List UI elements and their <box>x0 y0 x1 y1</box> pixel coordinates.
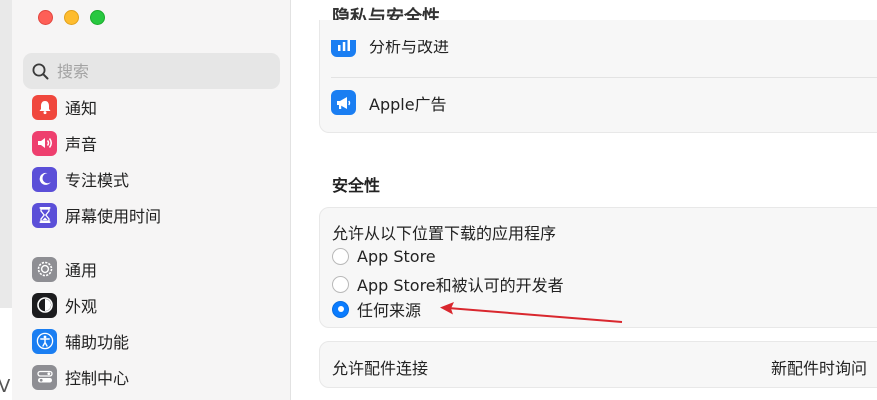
download-source-question: 允许从以下位置下载的应用程序 <box>332 224 557 243</box>
moon-icon <box>32 166 57 192</box>
speaker-icon <box>32 130 57 156</box>
sidebar-item-accessibility[interactable]: 辅助功能 <box>32 326 129 356</box>
minimize-window-button[interactable] <box>64 10 79 25</box>
control-center-icon <box>32 364 57 390</box>
radio-label: 任何来源 <box>357 301 422 320</box>
privacy-list-viewport: 分析与改进 Apple广告 <box>319 40 877 135</box>
list-item-apple-ads[interactable]: Apple广告 <box>331 90 447 115</box>
hourglass-icon <box>32 202 57 228</box>
appearance-icon <box>32 292 57 318</box>
search-field[interactable] <box>23 53 280 89</box>
sidebar-item-label: 通用 <box>65 261 98 280</box>
search-input[interactable] <box>57 61 257 81</box>
megaphone-icon <box>331 90 356 115</box>
radio-label: App Store <box>357 247 436 266</box>
gear-icon <box>32 256 57 282</box>
bell-icon <box>32 94 57 120</box>
sidebar-item-label: 控制中心 <box>65 369 130 388</box>
sidebar-item-label: 辅助功能 <box>65 333 130 352</box>
search-icon <box>32 63 49 79</box>
radio-button-selected[interactable] <box>332 300 349 318</box>
accessory-connection-value[interactable]: 新配件时询问 <box>771 355 867 379</box>
sidebar-item-screen-time[interactable]: 屏幕使用时间 <box>32 200 161 230</box>
sidebar-item-label: 外观 <box>65 297 98 316</box>
sidebar-item-label: 声音 <box>65 135 98 154</box>
radio-button[interactable] <box>332 275 349 293</box>
sidebar-item-label: 通知 <box>65 99 98 118</box>
accessory-connection-label: 允许配件连接 <box>332 359 429 378</box>
close-window-button[interactable] <box>38 10 53 25</box>
sidebar-item-label: 屏幕使用时间 <box>65 207 162 226</box>
sidebar-item-general[interactable]: 通用 <box>32 254 97 284</box>
annotation-arrow <box>440 302 623 323</box>
sidebar-item-label: 专注模式 <box>65 171 130 190</box>
list-item-label: Apple广告 <box>369 94 447 114</box>
row-divider <box>331 77 877 78</box>
zoom-window-button[interactable] <box>90 10 105 25</box>
sidebar-item-control-center[interactable]: 控制中心 <box>32 362 129 392</box>
sidebar-item-appearance[interactable]: 外观 <box>32 290 97 320</box>
radio-option-anywhere[interactable]: 任何来源 <box>332 297 421 321</box>
accessory-connection-row[interactable]: 允许配件连接 新配件时询问 <box>319 341 877 388</box>
background-window-text: V <box>0 376 11 397</box>
radio-option-app-store[interactable]: App Store <box>332 247 436 266</box>
sidebar-list: 通知 声音 专注模式 屏幕使用时间 通用 外观 辅助功能 控制中心 <box>12 90 291 400</box>
accessibility-icon <box>32 328 57 354</box>
list-item-analytics[interactable]: 分析与改进 <box>331 40 449 57</box>
sidebar-item-notifications[interactable]: 通知 <box>32 92 97 122</box>
sidebar-item-sound[interactable]: 声音 <box>32 128 97 158</box>
sidebar: 通知 声音 专注模式 屏幕使用时间 通用 <box>12 0 291 400</box>
sidebar-item-focus[interactable]: 专注模式 <box>32 164 129 194</box>
chart-icon <box>331 40 356 57</box>
radio-label: App Store和被认可的开发者 <box>357 276 564 295</box>
list-item-label: 分析与改进 <box>369 40 450 56</box>
radio-button[interactable] <box>332 248 349 265</box>
section-title-security: 安全性 <box>332 176 381 195</box>
radio-option-app-store-identified[interactable]: App Store和被认可的开发者 <box>332 272 564 296</box>
